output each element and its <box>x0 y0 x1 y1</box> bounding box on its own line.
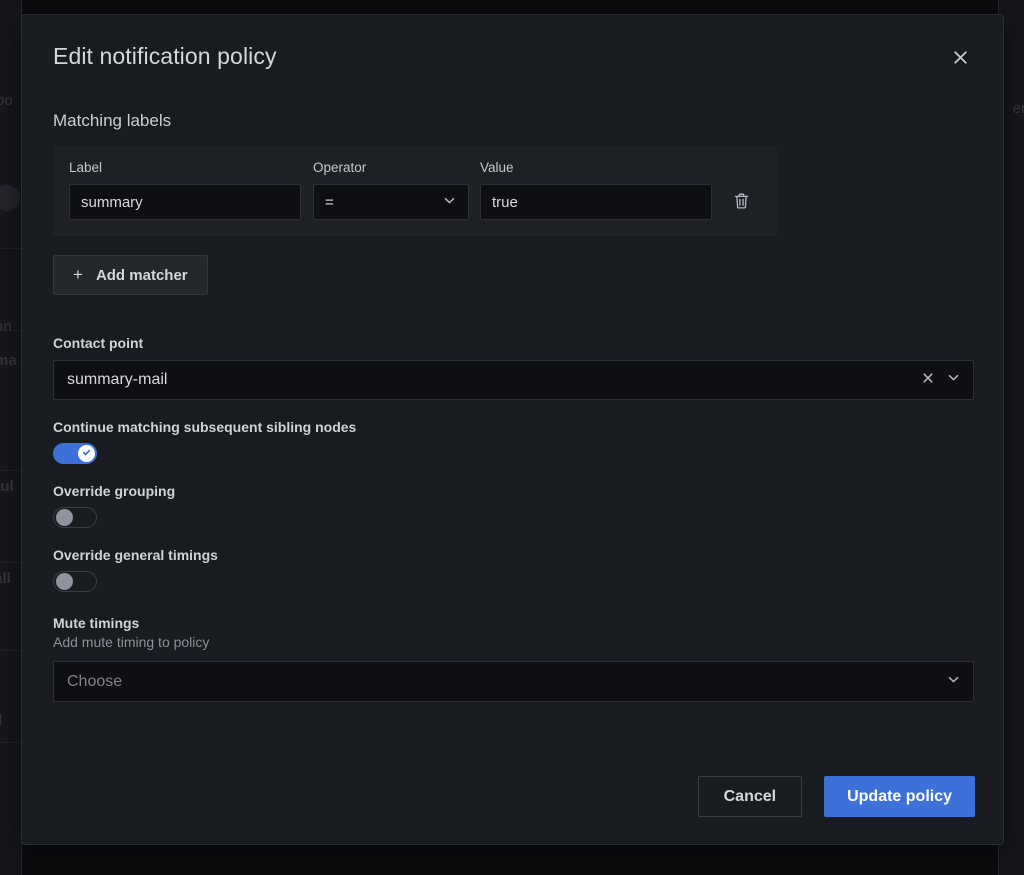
mute-timings-block: Mute timings Add mute timing to policy C… <box>53 615 972 702</box>
contact-point-block: Contact point summary-mail <box>53 335 972 400</box>
backdrop-text-fragment: oo <box>0 92 13 109</box>
plus-icon: + <box>73 266 83 283</box>
override-grouping-label: Override grouping <box>53 483 972 499</box>
override-general-timings-block: Override general timings <box>53 547 972 592</box>
add-matcher-button[interactable]: + Add matcher <box>53 255 208 295</box>
matcher-operator-select[interactable]: = <box>313 184 469 220</box>
chevron-down-icon <box>442 193 457 212</box>
backdrop-rule <box>0 562 22 563</box>
backdrop-text-fragment: aul <box>0 478 14 495</box>
chevron-down-icon[interactable] <box>946 370 961 390</box>
contact-point-label: Contact point <box>53 335 972 351</box>
update-policy-button[interactable]: Update policy <box>824 776 975 817</box>
matching-labels-title: Matching labels <box>53 111 972 131</box>
column-header-operator: Operator <box>313 160 480 184</box>
toggle-knob <box>56 573 73 590</box>
matcher-label-input[interactable]: summary <box>69 184 301 220</box>
matcher-column-headers: Label Operator Value <box>69 160 761 184</box>
backdrop-text-fragment: ma <box>0 352 17 369</box>
override-general-timings-label: Override general timings <box>53 547 972 563</box>
contact-point-select-icons <box>921 370 961 390</box>
modal-header: Edit notification policy <box>22 15 1003 70</box>
backdrop-rule <box>0 470 22 471</box>
clear-icon[interactable] <box>921 371 935 390</box>
backdrop-rule <box>0 742 22 743</box>
matcher-value-input[interactable]: true <box>480 184 712 220</box>
chevron-down-icon[interactable] <box>946 672 961 692</box>
close-icon <box>951 48 970 67</box>
check-icon <box>81 445 92 463</box>
override-general-timings-toggle[interactable] <box>53 571 97 592</box>
override-grouping-toggle[interactable] <box>53 507 97 528</box>
add-matcher-label: Add matcher <box>96 267 188 284</box>
matcher-operator-value: = <box>325 194 334 211</box>
edit-notification-policy-modal: Edit notification policy Matching labels… <box>21 14 1004 845</box>
matcher-row: summary = true <box>69 184 761 220</box>
mute-timings-label: Mute timings <box>53 615 972 631</box>
backdrop-text-fragment: all <box>0 570 11 587</box>
mute-timings-description: Add mute timing to policy <box>53 634 972 650</box>
continue-matching-toggle[interactable] <box>53 443 97 464</box>
override-grouping-block: Override grouping <box>53 483 972 528</box>
continue-matching-block: Continue matching subsequent sibling nod… <box>53 419 972 464</box>
modal-body: Matching labels Label Operator Value sum… <box>22 111 1003 702</box>
mute-timings-placeholder: Choose <box>67 673 946 691</box>
contact-point-value: summary-mail <box>67 371 921 389</box>
backdrop-text-fragment: er <box>1013 100 1024 117</box>
page-title: Edit notification policy <box>53 43 971 70</box>
mute-timings-select[interactable]: Choose <box>53 661 974 702</box>
backdrop-text-fragment: l <box>0 712 2 729</box>
column-header-value: Value <box>480 160 716 184</box>
toggle-knob <box>78 445 95 462</box>
matchers-panel: Label Operator Value summary = true <box>53 146 777 236</box>
toggle-knob <box>56 509 73 526</box>
trash-icon <box>733 192 750 213</box>
backdrop-rule <box>0 650 22 651</box>
backdrop-text-fragment: an <box>0 318 12 335</box>
close-button[interactable] <box>944 41 976 73</box>
modal-footer: Cancel Update policy <box>698 776 975 817</box>
cancel-button[interactable]: Cancel <box>698 776 802 817</box>
continue-matching-label: Continue matching subsequent sibling nod… <box>53 419 972 435</box>
delete-matcher-button[interactable] <box>723 184 759 220</box>
backdrop-rule <box>0 248 22 249</box>
backdrop-left-column <box>0 0 22 875</box>
column-header-label: Label <box>69 160 313 184</box>
contact-point-select[interactable]: summary-mail <box>53 360 974 400</box>
